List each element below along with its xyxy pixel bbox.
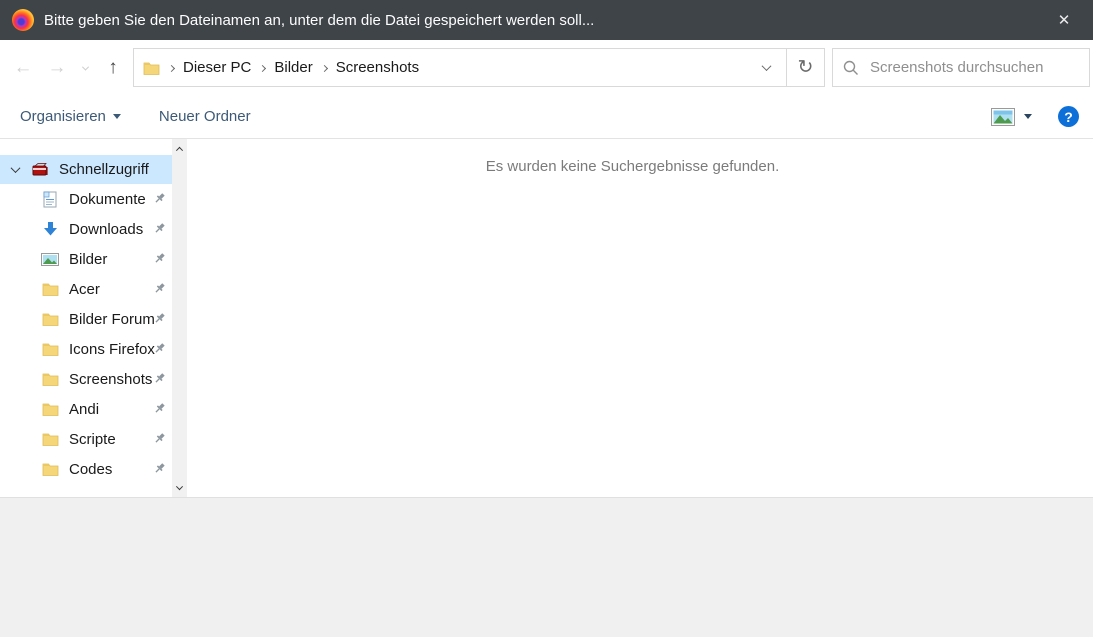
breadcrumb: Dieser PC Bilder Screenshots: [134, 49, 746, 86]
firefox-icon: [12, 9, 34, 31]
organize-button[interactable]: Organisieren: [20, 108, 121, 125]
folder-icon: [40, 342, 60, 356]
thumbnail-view-icon: [991, 107, 1015, 126]
pin-icon: [153, 222, 166, 239]
navigation-bar: ← → ↑ Dieser PC Bilder Screenshots ↻ Scree…: [0, 40, 1093, 95]
folder-icon: [40, 462, 60, 476]
pin-icon: [153, 192, 166, 209]
view-dropdown-icon: [1024, 114, 1032, 119]
breadcrumb-separator-icon: [313, 62, 336, 74]
refresh-icon[interactable]: ↻: [786, 49, 824, 86]
empty-results-message: Es wurden keine Suchergebnisse gefunden.: [485, 158, 780, 175]
new-folder-label: Neuer Ordner: [158, 108, 251, 125]
sidebar-item-andi[interactable]: Andi: [0, 394, 172, 424]
navigation-pane: Schnellzugriff Dokumente Downloads Bilder A…: [0, 139, 172, 497]
pin-icon: [153, 432, 166, 449]
breadcrumb-separator-icon: [251, 62, 274, 74]
help-icon[interactable]: ?: [1058, 106, 1079, 127]
search-placeholder: Screenshots durchsuchen: [870, 59, 1044, 76]
address-folder-icon: [143, 61, 160, 75]
document-icon: [40, 191, 60, 208]
organize-dropdown-icon: [112, 114, 121, 119]
dialog-body: Schnellzugriff Dokumente Downloads Bilder A…: [0, 139, 1093, 497]
titlebar: Bitte geben Sie den Dateinamen an, unter…: [0, 0, 1093, 40]
recent-locations-icon[interactable]: [76, 62, 94, 74]
breadcrumb-item[interactable]: Dieser PC: [183, 59, 251, 76]
bottom-panel: Dateiname: BMeTbs2y.htm Dateityp: Alle D…: [0, 497, 1093, 637]
sidebar-item-icons-firefox[interactable]: Icons Firefox: [0, 334, 172, 364]
quick-access-icon: [30, 162, 50, 178]
pin-icon: [153, 312, 166, 329]
breadcrumb-separator-icon: [160, 62, 183, 74]
sidebar-item-codes[interactable]: Codes: [0, 454, 172, 484]
pin-icon: [153, 402, 166, 419]
window-title: Bitte geben Sie den Dateinamen an, unter…: [44, 11, 595, 29]
download-icon: [40, 221, 60, 237]
pin-icon: [153, 342, 166, 359]
address-dropdown-icon[interactable]: [746, 49, 786, 86]
folder-icon: [40, 282, 60, 296]
folder-icon: [40, 402, 60, 416]
pictures-icon: [40, 252, 60, 266]
pin-icon: [153, 282, 166, 299]
forward-icon[interactable]: →: [42, 57, 72, 79]
sidebar-item-dokumente[interactable]: Dokumente: [0, 184, 172, 214]
sidebar-item-acer[interactable]: Acer: [0, 274, 172, 304]
quick-access-label: Schnellzugriff: [59, 161, 149, 178]
sidebar-item-scripte[interactable]: Scripte: [0, 424, 172, 454]
close-icon[interactable]: ✕: [1047, 0, 1081, 40]
change-view-button[interactable]: [991, 107, 1032, 126]
folder-icon: [40, 312, 60, 326]
search-icon: [843, 60, 859, 76]
pin-icon: [153, 252, 166, 269]
new-folder-button[interactable]: Neuer Ordner: [159, 108, 251, 125]
sidebar-item-screenshots[interactable]: Screenshots: [0, 364, 172, 394]
folder-icon: [40, 432, 60, 446]
sidebar-item-bilder-forum[interactable]: Bilder Forum: [0, 304, 172, 334]
sidebar-item-bilder[interactable]: Bilder: [0, 244, 172, 274]
breadcrumb-item[interactable]: Bilder: [274, 59, 312, 76]
pin-icon: [153, 462, 166, 479]
save-file-dialog: Bitte geben Sie den Dateinamen an, unter…: [0, 0, 1093, 637]
folder-icon: [40, 372, 60, 386]
sidebar-scrollbar[interactable]: [172, 139, 187, 497]
scroll-down-icon[interactable]: [172, 481, 187, 497]
pin-icon: [153, 372, 166, 389]
expand-chevron-icon[interactable]: [0, 163, 30, 174]
breadcrumb-item[interactable]: Screenshots: [336, 59, 419, 76]
sidebar-item-downloads[interactable]: Downloads: [0, 214, 172, 244]
address-bar[interactable]: Dieser PC Bilder Screenshots ↻: [133, 48, 825, 87]
back-icon[interactable]: ←: [8, 57, 38, 79]
search-input[interactable]: Screenshots durchsuchen: [832, 48, 1090, 87]
up-icon[interactable]: ↑: [98, 57, 128, 79]
organize-label: Organisieren: [20, 108, 106, 125]
sidebar-item-quick-access[interactable]: Schnellzugriff: [0, 155, 172, 184]
command-bar: Organisieren Neuer Ordner ?: [0, 95, 1093, 139]
